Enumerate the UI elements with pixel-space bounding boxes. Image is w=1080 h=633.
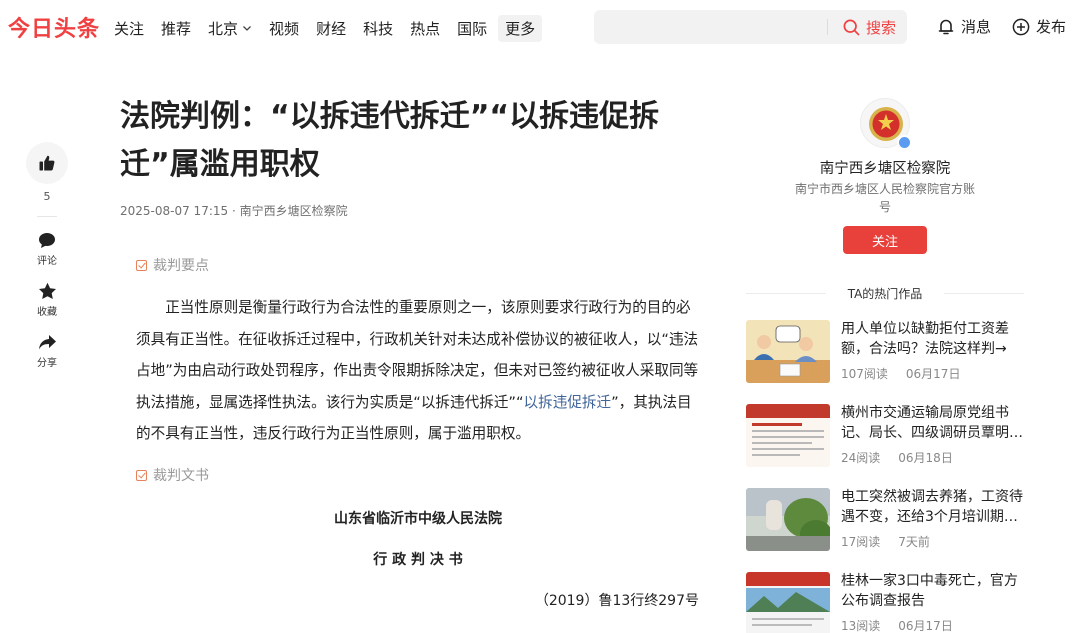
nav-follow[interactable]: 关注 bbox=[114, 18, 144, 39]
hot-work-thumbnail bbox=[746, 572, 830, 633]
nav-finance[interactable]: 财经 bbox=[316, 18, 346, 39]
hot-work-title: 用人单位以缺勤拒付工资差额，合法吗？法院这样判→ bbox=[841, 321, 1009, 357]
heading-line-right bbox=[944, 293, 1024, 294]
heading-line-left bbox=[746, 293, 826, 294]
messages-button[interactable]: 消息 bbox=[937, 16, 991, 37]
court-name: 山东省临沂市中级人民法院 bbox=[334, 511, 502, 527]
nav-recommend[interactable]: 推荐 bbox=[161, 18, 191, 39]
nav-more[interactable]: 更多 bbox=[498, 14, 543, 42]
hot-work-item[interactable]: 横州市交通运输局原党组书记、局长、四级调研员覃明… 24阅读 06月18日 bbox=[746, 404, 1036, 470]
checkbox-icon bbox=[136, 259, 147, 271]
hot-work-thumbnail bbox=[746, 404, 830, 467]
hot-work-item[interactable]: 电工突然被调去养猪，工资待遇不变，还给3个月培训期… 17阅读 7天前 bbox=[746, 488, 1036, 554]
article-paragraph: 正当性原则是衡量行政行为合法性的重要原则之一，该原则要求行政行为的目的必须具有正… bbox=[136, 292, 700, 450]
plus-circle-icon bbox=[1012, 18, 1030, 35]
verified-icon bbox=[897, 135, 912, 150]
hot-work-reads: 13阅读 bbox=[841, 619, 881, 633]
favorite-label: 收藏 bbox=[37, 307, 57, 318]
bell-icon bbox=[938, 19, 954, 35]
thumbs-up-icon bbox=[39, 155, 55, 171]
hot-work-title: 横州市交通运输局原党组书记、局长、四级调研员覃明… bbox=[841, 405, 1023, 441]
checkbox-icon bbox=[136, 469, 147, 481]
chevron-down-icon bbox=[243, 26, 252, 31]
nav-city-dropdown[interactable]: 北京 bbox=[208, 18, 252, 39]
rail-divider bbox=[37, 216, 57, 217]
hot-work-title: 桂林一家3口中毒死亡，官方公布调查报告 bbox=[841, 573, 1018, 609]
case-number: （2019）鲁13行终297号 bbox=[534, 593, 699, 609]
search-input[interactable] bbox=[594, 10, 826, 44]
hot-work-thumbnail bbox=[746, 488, 830, 551]
hot-work-stats: 13阅读 06月17日 bbox=[841, 617, 971, 633]
hot-work-date: 7天前 bbox=[898, 535, 930, 549]
document-type: 行 政 判 决 书 bbox=[373, 552, 463, 568]
share-button[interactable]: 分享 bbox=[26, 334, 68, 369]
toutiao-logo[interactable]: 今日头条 bbox=[8, 11, 100, 43]
hot-work-title: 电工突然被调去养猪，工资待遇不变，还给3个月培训期… bbox=[841, 489, 1023, 525]
search-button[interactable]: 搜索 bbox=[843, 10, 896, 44]
nav-video[interactable]: 视频 bbox=[269, 18, 299, 39]
hot-work-item[interactable]: 用人单位以缺勤拒付工资差额，合法吗？法院这样判→ 107阅读 06月17日 bbox=[746, 320, 1036, 386]
action-rail: 5 评论 收藏 分享 bbox=[26, 142, 70, 369]
channel-nav: 关注 推荐 北京 视频 财经 科技 热点 国际 更多 bbox=[114, 0, 559, 56]
hot-works-heading: TA的热门作品 bbox=[746, 285, 1024, 302]
like-button[interactable] bbox=[26, 142, 68, 184]
hot-work-thumbnail bbox=[746, 320, 830, 383]
search-box: 搜索 bbox=[594, 10, 907, 44]
nav-city-label: 北京 bbox=[208, 19, 239, 38]
article-meta: 2025-08-07 17:15 · 南宁西乡塘区检察院 bbox=[120, 202, 348, 219]
top-navbar: 今日头条 关注 推荐 北京 视频 财经 科技 热点 国际 更多 搜索 消息 发布 bbox=[0, 0, 1080, 56]
comment-label: 评论 bbox=[37, 256, 57, 267]
like-count: 5 bbox=[43, 190, 51, 203]
publish-button[interactable]: 发布 bbox=[1012, 16, 1066, 37]
search-button-label: 搜索 bbox=[866, 18, 897, 37]
search-icon bbox=[843, 19, 860, 35]
share-label: 分享 bbox=[37, 358, 57, 369]
hot-work-stats: 24阅读 06月18日 bbox=[841, 449, 971, 466]
comment-button[interactable]: 评论 bbox=[26, 232, 68, 267]
hot-work-reads: 107阅读 bbox=[841, 367, 888, 381]
section-heading-label: 裁判要点 bbox=[153, 258, 209, 274]
author-avatar[interactable] bbox=[860, 98, 912, 150]
publish-label: 发布 bbox=[1036, 18, 1067, 36]
share-icon bbox=[38, 335, 56, 350]
meta-dot: · bbox=[231, 204, 240, 218]
inline-search-link[interactable]: 以拆违促拆迁 bbox=[524, 394, 612, 411]
hot-work-date: 06月17日 bbox=[898, 619, 953, 633]
favorite-button[interactable]: 收藏 bbox=[26, 282, 68, 318]
hot-work-reads: 24阅读 bbox=[841, 451, 881, 465]
follow-button[interactable]: 关注 bbox=[843, 226, 927, 254]
messages-label: 消息 bbox=[961, 18, 992, 36]
article-date: 2025-08-07 17:15 bbox=[120, 204, 229, 218]
nav-international[interactable]: 国际 bbox=[457, 18, 487, 39]
star-icon bbox=[38, 282, 56, 299]
author-description: 南宁市西乡塘区人民检察院官方账号 bbox=[794, 182, 975, 214]
nav-hot[interactable]: 热点 bbox=[410, 18, 440, 39]
section-heading-label: 裁判文书 bbox=[153, 468, 209, 484]
section-heading-document: 裁判文书 bbox=[136, 465, 209, 485]
hot-works-title: TA的热门作品 bbox=[847, 287, 923, 301]
hot-work-date: 06月17日 bbox=[905, 367, 961, 381]
article-title: 法院判例：“以拆违代拆迁”“以拆违促拆迁”属滥用职权 bbox=[120, 99, 660, 182]
nav-tech[interactable]: 科技 bbox=[363, 18, 393, 39]
hot-work-reads: 17阅读 bbox=[841, 535, 881, 549]
article-source[interactable]: 南宁西乡塘区检察院 bbox=[240, 204, 348, 218]
hot-work-stats: 107阅读 06月17日 bbox=[841, 365, 978, 382]
hot-work-item[interactable]: 桂林一家3口中毒死亡，官方公布调查报告 13阅读 06月17日 bbox=[746, 572, 1036, 633]
search-divider bbox=[827, 19, 828, 35]
comment-icon bbox=[39, 233, 55, 248]
hot-work-stats: 17阅读 7天前 bbox=[841, 533, 948, 550]
author-name[interactable]: 南宁西乡塘区检察院 bbox=[780, 157, 990, 178]
hot-work-date: 06月18日 bbox=[898, 451, 953, 465]
section-heading-key-points: 裁判要点 bbox=[136, 255, 209, 275]
